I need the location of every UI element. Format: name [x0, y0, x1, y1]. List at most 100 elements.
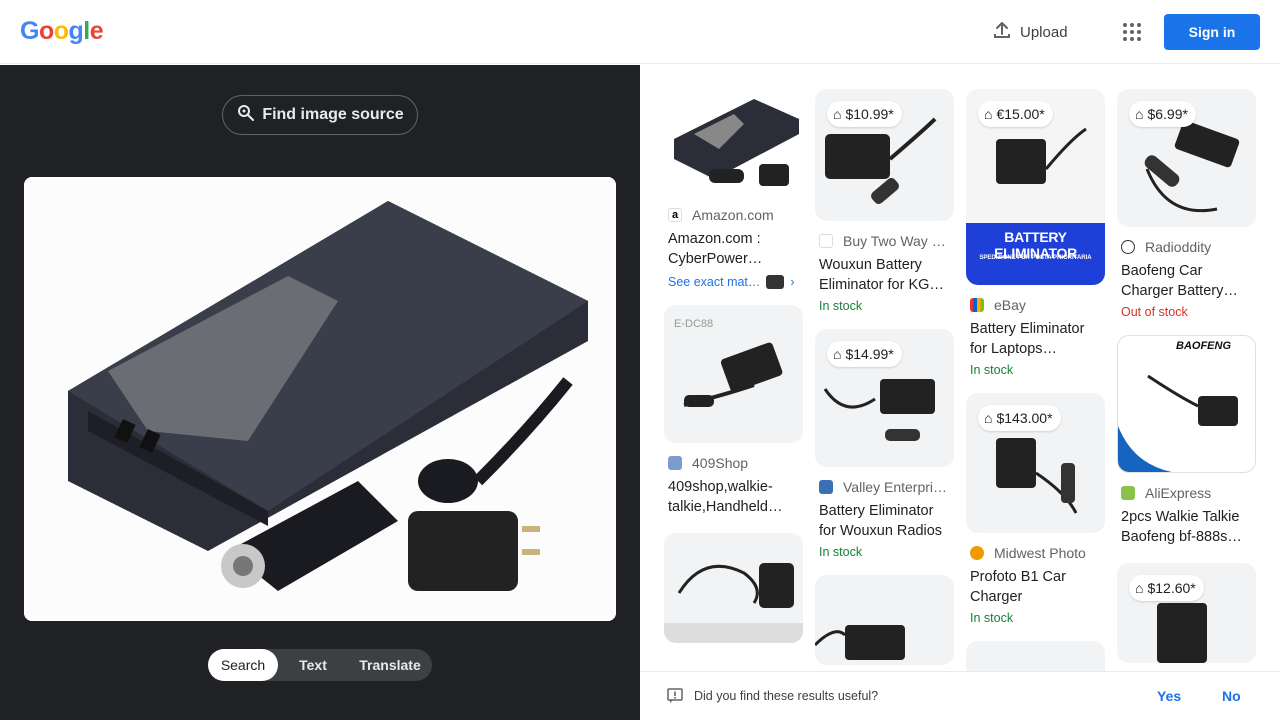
result-card[interactable]: ⌂ $143.00* Midwest Photo Profoto B1 Car …: [966, 393, 1106, 625]
result-title[interactable]: Wouxun Battery Eliminator for KG…: [819, 255, 953, 295]
result-thumbnail[interactable]: [664, 89, 803, 195]
upload-button[interactable]: Upload: [992, 20, 1068, 44]
upload-label: Upload: [1020, 23, 1068, 41]
stock-status: In stock: [819, 299, 863, 313]
result-thumbnail[interactable]: [815, 575, 954, 665]
price-value: $12.60*: [1147, 580, 1196, 596]
result-source: Buy Two Way …: [819, 233, 955, 249]
result-card[interactable]: E-DC88 409Shop 409shop,walkie-talkie,Han…: [664, 305, 804, 517]
crop-area[interactable]: [24, 177, 616, 621]
result-source: Radioddity: [1121, 239, 1257, 255]
apps-grid-icon[interactable]: [1120, 20, 1144, 44]
amazon-favicon-icon: a: [668, 208, 682, 222]
feedback-question: Did you find these results useful?: [694, 689, 879, 703]
price-value: $6.99*: [1147, 106, 1188, 122]
result-card[interactable]: ⌂ $6.99* Radioddity Baofeng Car Charger …: [1117, 89, 1257, 319]
result-card[interactable]: BAOFENG AliExpress 2pcs Walkie Talkie Ba…: [1117, 335, 1257, 547]
find-image-source-button[interactable]: Find image source: [222, 95, 418, 135]
result-card[interactable]: BATTERY ELIMINATOR SPEDIZIONE PER POSTA …: [966, 89, 1106, 377]
price-tag: ⌂ €15.00*: [978, 101, 1053, 127]
price-tag-icon: ⌂: [984, 410, 993, 426]
google-logo[interactable]: Google: [20, 17, 104, 46]
query-image-pane: Find image source Search Text Translate: [0, 65, 640, 720]
find-image-source-label: Find image source: [262, 106, 404, 123]
tab-text[interactable]: Text: [278, 649, 348, 681]
result-thumbnail[interactable]: BAOFENG: [1117, 335, 1256, 473]
chevron-right-icon: ›: [790, 275, 795, 289]
result-card[interactable]: ⌂ $14.99* Valley Enterpri… Battery Elimi…: [815, 329, 955, 559]
crop-handle-bottom-left[interactable]: [24, 599, 46, 621]
result-card[interactable]: ⌂ $12.60*: [1117, 563, 1257, 663]
result-source-name: AliExpress: [1145, 485, 1212, 501]
result-card[interactable]: [815, 575, 955, 665]
result-card[interactable]: ⌂ $10.99* Buy Two Way … Wouxun Battery E…: [815, 89, 955, 313]
ebay-banner-subtext: SPEDIZIONE PER POSTA PRIORITARIA: [979, 255, 1092, 261]
price-tag-icon: ⌂: [984, 106, 993, 122]
result-source-name: eBay: [994, 297, 1026, 313]
price-tag: ⌂ $10.99*: [827, 101, 902, 127]
result-thumbnail[interactable]: ⌂ $12.60*: [1117, 563, 1256, 663]
result-source: eBay: [970, 297, 1106, 313]
aliexpress-favicon-icon: [1121, 486, 1135, 500]
tab-translate[interactable]: Translate: [348, 649, 432, 681]
stock-status: In stock: [819, 545, 863, 559]
price-value: $143.00*: [996, 410, 1053, 426]
price-tag-icon: ⌂: [833, 346, 842, 362]
price-tag: ⌂ $6.99*: [1129, 101, 1196, 127]
result-thumbnail[interactable]: E-DC88: [664, 305, 803, 443]
baofeng-brand-text: BAOFENG: [1176, 340, 1231, 352]
result-card[interactable]: a Amazon.com Amazon.com : CyberPower… Se…: [664, 89, 804, 289]
crop-handle-top-right[interactable]: [594, 177, 616, 199]
logo-letter: g: [68, 17, 84, 45]
result-thumbnail[interactable]: BATTERY ELIMINATOR SPEDIZIONE PER POSTA …: [966, 89, 1105, 285]
feedback-bar: Did you find these results useful? Yes N…: [640, 671, 1280, 720]
result-source-name: Midwest Photo: [994, 545, 1086, 561]
logo-letter: G: [20, 17, 39, 45]
tab-search[interactable]: Search: [208, 649, 278, 681]
result-thumbnail[interactable]: [966, 641, 1105, 671]
result-title[interactable]: Baofeng Car Charger Battery…: [1121, 261, 1255, 301]
stock-status: In stock: [970, 611, 1014, 625]
result-thumbnail[interactable]: ⌂ $6.99*: [1117, 89, 1256, 227]
results-column-3: BATTERY ELIMINATOR SPEDIZIONE PER POSTA …: [966, 89, 1106, 671]
crop-handle-top-left[interactable]: [24, 177, 46, 199]
mode-tabs: Search Text Translate: [208, 649, 432, 681]
stock-status: Out of stock: [1121, 305, 1188, 319]
result-title[interactable]: 409shop,walkie-talkie,Handheld…: [668, 477, 802, 517]
result-title[interactable]: Profoto B1 Car Charger: [970, 567, 1104, 607]
result-card[interactable]: [664, 533, 804, 643]
feedback-yes-button[interactable]: Yes: [1157, 688, 1181, 704]
result-thumbnail[interactable]: ⌂ $143.00*: [966, 393, 1105, 533]
crop-handle-bottom-right[interactable]: [594, 599, 616, 621]
logo-letter: o: [53, 17, 69, 45]
result-thumbnail[interactable]: ⌂ $10.99*: [815, 89, 954, 221]
price-tag-icon: ⌂: [1135, 106, 1144, 122]
stock-status: In stock: [970, 363, 1014, 377]
ebay-favicon-icon: [970, 298, 984, 312]
result-source-name: Valley Enterpri…: [843, 479, 948, 495]
price-tag: ⌂ $14.99*: [827, 341, 902, 367]
top-bar: Google Upload Sign in: [0, 0, 1280, 64]
svg-text:E-DC88: E-DC88: [674, 318, 713, 330]
result-thumbnail[interactable]: [664, 533, 803, 643]
results-column-2: ⌂ $10.99* Buy Two Way … Wouxun Battery E…: [815, 89, 955, 671]
see-exact-matches-link[interactable]: See exact mat… ›: [668, 275, 804, 289]
sign-in-button[interactable]: Sign in: [1164, 14, 1260, 50]
feedback-no-button[interactable]: No: [1222, 688, 1241, 704]
result-title[interactable]: 2pcs Walkie Talkie Baofeng bf-888s…: [1121, 507, 1255, 547]
buytwoway-favicon-icon: [819, 234, 833, 248]
result-card[interactable]: [966, 641, 1106, 671]
see-exact-matches-label: See exact mat…: [668, 275, 761, 289]
price-tag-icon: ⌂: [833, 106, 842, 122]
exact-match-thumb-icon: [766, 275, 785, 289]
result-source-name: Amazon.com: [692, 207, 774, 223]
result-thumbnail[interactable]: ⌂ $14.99*: [815, 329, 954, 467]
result-source: Valley Enterpri…: [819, 479, 955, 495]
result-title[interactable]: Battery Eliminator for Laptops…: [970, 319, 1104, 359]
result-title[interactable]: Battery Eliminator for Wouxun Radios: [819, 501, 953, 541]
result-source: Midwest Photo: [970, 545, 1106, 561]
409shop-favicon-icon: [668, 456, 682, 470]
price-value: €15.00*: [996, 106, 1045, 122]
result-title[interactable]: Amazon.com : CyberPower…: [668, 229, 802, 269]
valley-favicon-icon: [819, 480, 833, 494]
